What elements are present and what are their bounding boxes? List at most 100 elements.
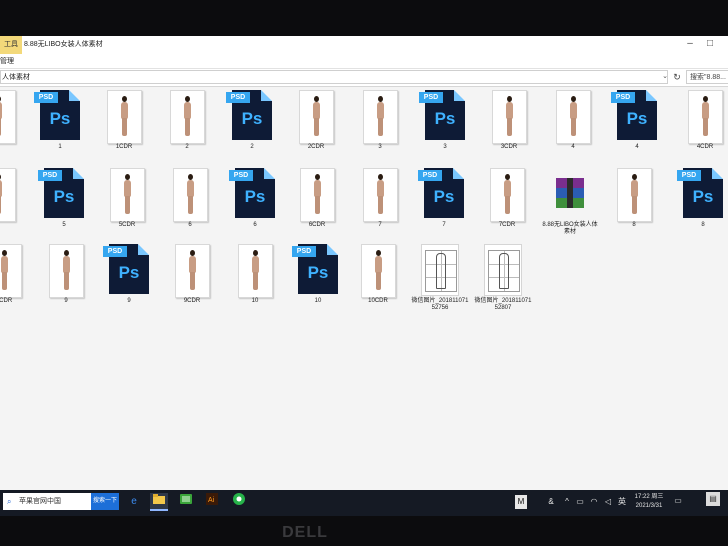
figure-image-thumbnail [487, 90, 531, 144]
search-button[interactable]: 搜索一下 [91, 493, 119, 510]
figure-image-thumbnail [165, 90, 209, 144]
file-item[interactable]: 8 [604, 164, 664, 238]
file-name: 1 [58, 144, 62, 150]
file-item[interactable]: 8CDR [0, 240, 34, 314]
figure-image-thumbnail [0, 168, 20, 222]
file-item[interactable] [0, 86, 28, 160]
file-item[interactable]: PSD Ps 3 [415, 86, 475, 160]
refresh-icon[interactable]: ↻ [671, 70, 683, 84]
wechat-icon[interactable] [177, 493, 195, 511]
input-language[interactable]: 英 [616, 495, 628, 509]
file-name: 微信图片_20181107152807 [474, 298, 532, 311]
photoshop-file-icon: PSD Ps [418, 168, 466, 220]
file-item[interactable]: PSD Ps 7 [414, 164, 474, 238]
file-item[interactable]: 6CDR [287, 164, 347, 238]
browser-icon[interactable] [230, 493, 248, 511]
window-title: 8.88无LIBO女装人体素材 [24, 41, 103, 48]
file-name: 10CDR [368, 298, 388, 304]
show-desktop-icon[interactable]: ▤ [706, 492, 720, 506]
file-name: 6 [188, 222, 192, 228]
chevron-down-icon[interactable]: ⌄ [660, 70, 670, 84]
file-name: 6CDR [308, 222, 326, 228]
archive-file-icon [548, 168, 592, 220]
ribbon-tab-manage[interactable]: 管理 [0, 56, 14, 66]
file-explorer-icon[interactable] [150, 493, 168, 511]
file-name: 10 [251, 298, 259, 304]
photoshop-file-icon: PSD Ps [226, 90, 274, 142]
file-name: 5CDR [118, 222, 136, 228]
file-item[interactable]: 9CDR [162, 240, 222, 314]
picture-tools-tab[interactable]: 工具 [0, 36, 22, 54]
file-item[interactable]: 2 [157, 86, 217, 160]
file-item[interactable]: 6 [160, 164, 220, 238]
edge-icon[interactable]: e [125, 493, 143, 511]
title-bar: 工具 8.88无LIBO女装人体素材 – □ [0, 36, 728, 55]
figure-image-thumbnail [358, 168, 402, 222]
file-grid: PSD Ps 1 1CDR 2 PSD Ps 2 2CDR 3 PSD Ps 3 3CDR 4 PSD Ps 4 4… [0, 86, 728, 491]
search-input[interactable]: 搜索"8.88... [686, 70, 728, 84]
figure-image-thumbnail [683, 90, 727, 144]
screen: 工具 8.88无LIBO女装人体素材 – □ 管理 人体素材 ⌄ ↻ 搜索"8.… [0, 36, 728, 516]
file-name: 2CDR [307, 144, 325, 150]
system-clock[interactable]: 17:22 周三 2021/3/31 [628, 493, 670, 511]
address-path[interactable]: 人体素材 [0, 70, 668, 84]
file-name: 2 [250, 144, 254, 150]
file-name: 3 [443, 144, 447, 150]
maximize-button[interactable]: □ [704, 38, 716, 50]
file-item[interactable]: PSD Ps 8 [673, 164, 728, 238]
file-item[interactable]: 3 [350, 86, 410, 160]
file-item[interactable]: 8.88无LIBO女装人体素材 [540, 164, 600, 238]
file-item[interactable]: 2CDR [286, 86, 346, 160]
file-item[interactable]: PSD Ps 5 [34, 164, 94, 238]
search-query: 苹果官网中国 [19, 498, 61, 505]
figure-image-thumbnail [168, 168, 212, 222]
chevron-up-icon[interactable]: ^ [562, 495, 572, 509]
file-item[interactable]: 4CDR [675, 86, 728, 160]
volume-icon[interactable]: ◁ [602, 495, 614, 509]
illustrator-icon[interactable]: Ai [203, 493, 221, 511]
file-item[interactable]: PSD Ps 1 [30, 86, 90, 160]
minimize-button[interactable]: – [684, 38, 696, 50]
battery-icon[interactable]: ▭ [574, 495, 586, 509]
file-item[interactable]: PSD Ps 2 [222, 86, 282, 160]
notification-icon[interactable]: ▭ [672, 495, 684, 507]
file-name: 3CDR [500, 144, 518, 150]
file-item[interactable]: 1CDR [94, 86, 154, 160]
file-item[interactable]: 3CDR [479, 86, 539, 160]
file-name: 1CDR [115, 144, 133, 150]
file-item[interactable]: 5 [0, 164, 28, 238]
photoshop-file-icon: PSD Ps [419, 90, 467, 142]
file-item[interactable]: 10 [225, 240, 285, 314]
file-item[interactable]: 微信图片_20181107152807 [473, 240, 533, 314]
file-name: 8CDR [0, 298, 13, 304]
dell-logo: DELL [282, 524, 328, 541]
file-item[interactable]: 7CDR [477, 164, 537, 238]
file-item[interactable]: PSD Ps 9 [99, 240, 159, 314]
sketch-image-thumbnail [418, 244, 462, 296]
file-item[interactable]: 7 [350, 164, 410, 238]
figure-image-thumbnail [612, 168, 656, 222]
figure-image-thumbnail [105, 168, 149, 222]
photoshop-file-icon: PSD Ps [34, 90, 82, 142]
file-item[interactable]: 10CDR [348, 240, 408, 314]
photoshop-file-icon: PSD Ps [103, 244, 151, 296]
file-item[interactable]: PSD Ps 10 [288, 240, 348, 314]
file-name: 8.88无LIBO女装人体素材 [542, 222, 598, 235]
svg-text:Ai: Ai [208, 497, 215, 504]
figure-image-thumbnail [44, 244, 88, 298]
file-name: 4CDR [696, 144, 714, 150]
ime-mode-indicator[interactable]: M [515, 495, 527, 509]
file-item[interactable]: PSD Ps 6 [225, 164, 285, 238]
file-item[interactable]: 微信图片_20181107152756 [410, 240, 470, 314]
file-item[interactable]: 4 [543, 86, 603, 160]
file-item[interactable]: 5CDR [97, 164, 157, 238]
file-name: 5 [0, 222, 28, 229]
figure-image-thumbnail [0, 244, 26, 298]
file-item[interactable]: PSD Ps 4 [607, 86, 667, 160]
wifi-icon[interactable]: ◠ [588, 495, 600, 509]
taskbar-search-box[interactable]: ⌕ 苹果官网中国 [3, 493, 91, 510]
file-item[interactable]: 9 [36, 240, 96, 314]
taskbar: ⌕ 苹果官网中国 搜索一下 e Ai M & ^ ▭ ◠ ◁ 英 17:22 周… [0, 490, 728, 516]
people-icon[interactable]: & [545, 495, 557, 509]
file-name: 4 [635, 144, 639, 150]
